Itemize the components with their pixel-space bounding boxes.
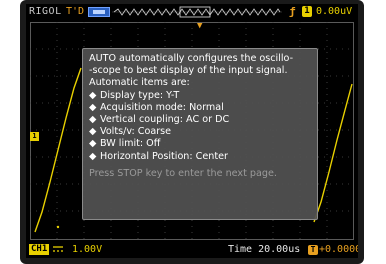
top-status-bar: RIGOL T'D ƒ 1 0.00uV <box>26 4 358 20</box>
list-item: ◆ BW limit: Off <box>89 138 161 150</box>
trigger-source-badge: 1 <box>302 6 312 17</box>
memory-waveform-overview <box>112 6 282 18</box>
acquisition-state: T'D <box>66 6 85 17</box>
trigger-position-icon: T <box>308 245 318 255</box>
bullet-icon: ◆ <box>89 114 97 126</box>
list-item: ◆ Vertical coupling: AC or DC <box>89 114 230 126</box>
auto-help-popup: AUTO automatically configures the oscill… <box>82 48 318 220</box>
timebase: Time 20.00us <box>228 244 301 255</box>
bottom-status-bar: CH1 1.00V Time 20.00us T +0.0000s <box>26 242 358 258</box>
list-item: ◆ Display type: Y-T <box>89 89 180 101</box>
list-item: ◆ Acquisition mode: Normal <box>89 101 224 113</box>
oscilloscope-screen: RIGOL T'D ƒ 1 0.00uV ▼ 1 AUTO automatica… <box>26 4 358 258</box>
popup-hint: Press STOP key to enter the next page. <box>89 167 277 179</box>
popup-text-line: Automatic items are: <box>89 77 190 89</box>
trigger-level: 0.00uV <box>316 6 353 17</box>
popup-text-line: -scope to best display of the input sign… <box>89 65 288 77</box>
bullet-icon: ◆ <box>89 126 97 138</box>
bullet-icon: ◆ <box>89 101 97 113</box>
list-item: ◆ Horizontal Position: Center <box>89 150 228 162</box>
ch1-volts-per-div: 1.00V <box>72 244 103 255</box>
bullet-icon: ◆ <box>89 150 97 162</box>
brand-label: RIGOL <box>29 6 62 17</box>
ch1-label: CH1 <box>29 244 50 255</box>
trigger-position-marker: ▼ <box>197 21 203 31</box>
bullet-icon: ◆ <box>89 89 97 101</box>
ch1-ground-marker: 1 <box>30 132 39 141</box>
memory-position-icon <box>88 7 110 17</box>
rising-edge-icon: ƒ <box>289 5 296 18</box>
trigger-position-value: +0.0000s <box>319 244 358 255</box>
ch1-waveform <box>34 67 82 233</box>
auto-items-list: ◆ Display type: Y-T ◆ Acquisition mode: No… <box>89 90 311 163</box>
dc-coupling-icon <box>53 246 63 252</box>
bullet-icon: ◆ <box>89 138 97 150</box>
popup-text-line: AUTO automatically configures the oscill… <box>89 53 294 64</box>
list-item: ◆ Volts/v: Coarse <box>89 126 172 138</box>
